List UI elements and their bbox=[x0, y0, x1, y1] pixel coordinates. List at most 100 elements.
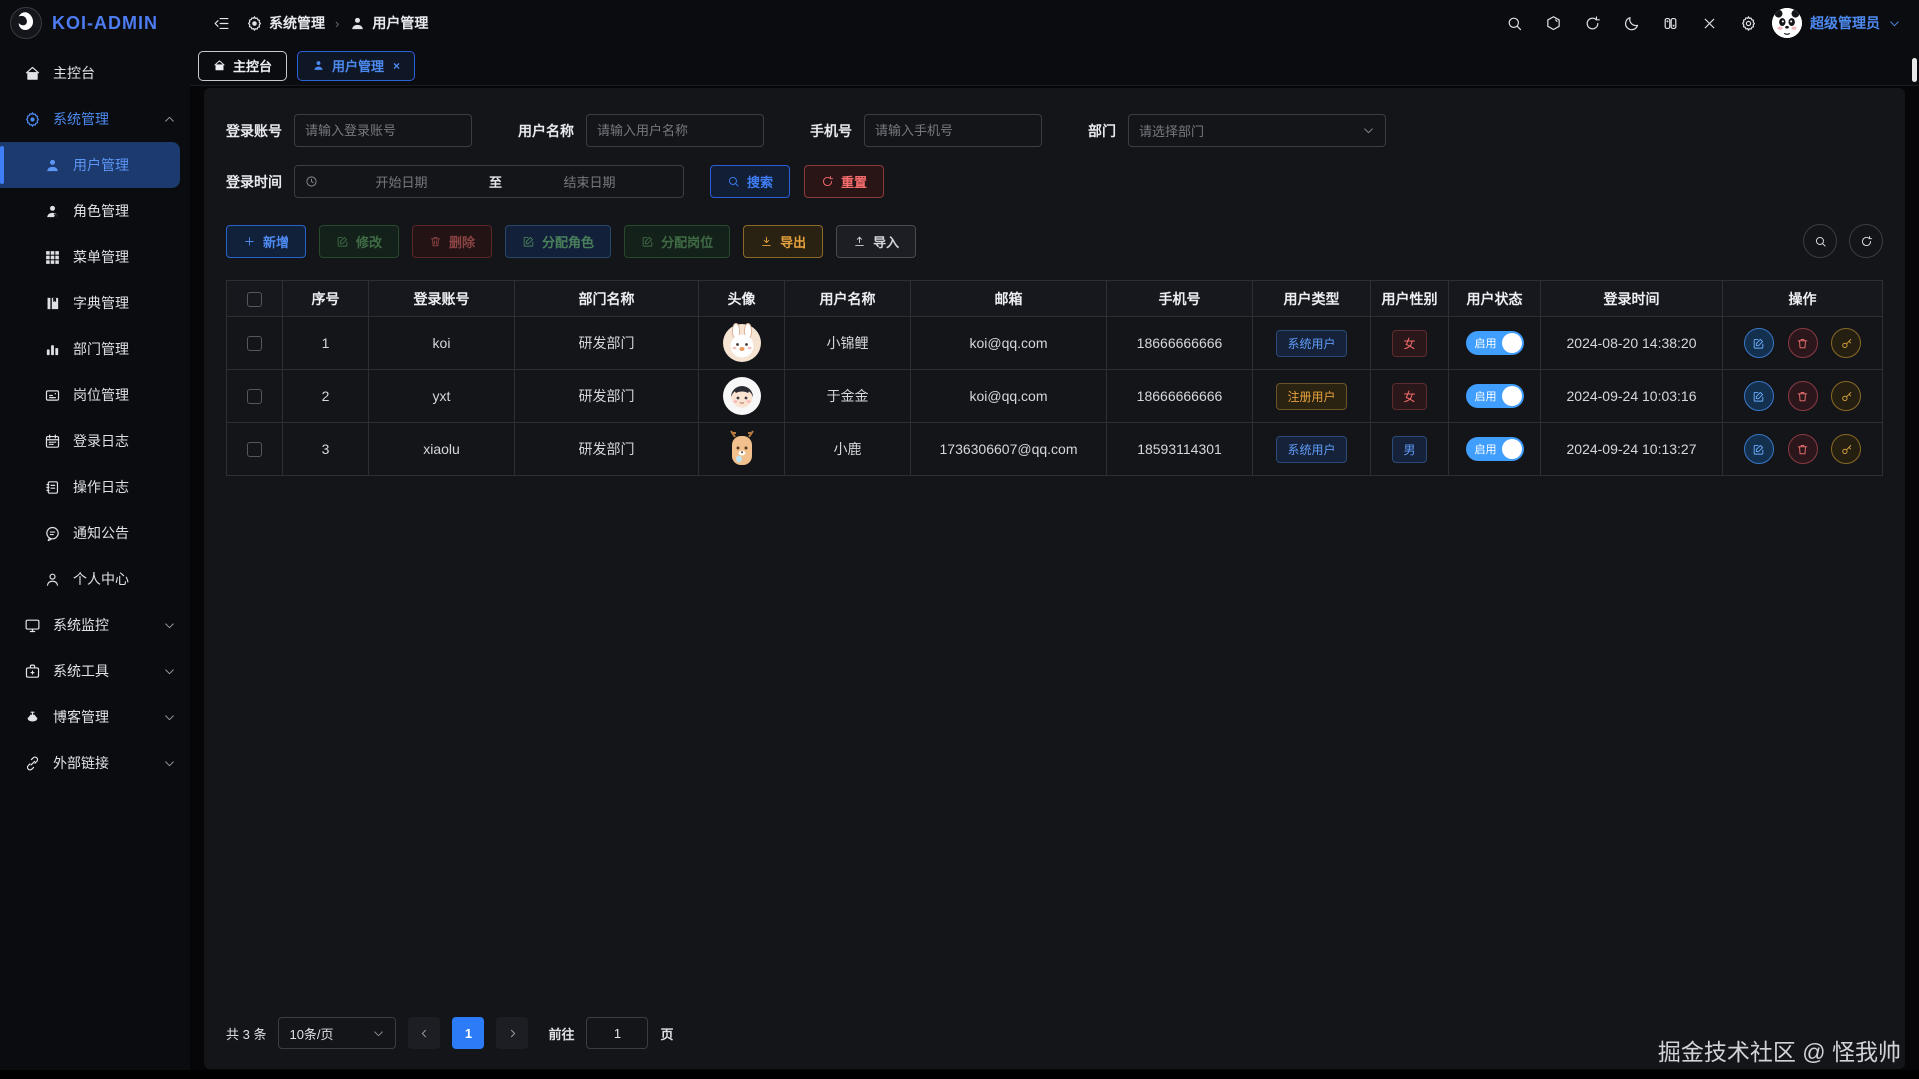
col-email: 邮箱 bbox=[911, 281, 1107, 317]
breadcrumb-group[interactable]: 系统管理 bbox=[246, 13, 325, 33]
sidebar-item-dept-management[interactable]: 部门管理 bbox=[0, 326, 190, 372]
search-button[interactable]: 搜索 bbox=[710, 165, 790, 198]
table-toolbar: 新增 修改 删除 分配角色 分配岗位 导出 bbox=[226, 224, 1883, 258]
sidebar-item-menu-management[interactable]: 菜单管理 bbox=[0, 234, 190, 280]
row-reset-password-button[interactable] bbox=[1831, 381, 1861, 411]
scrollbar-thumb[interactable] bbox=[1912, 58, 1917, 82]
row-edit-button[interactable] bbox=[1744, 328, 1774, 358]
row-delete-button[interactable] bbox=[1788, 381, 1818, 411]
row-edit-button[interactable] bbox=[1744, 381, 1774, 411]
sidebar-item-dict-management[interactable]: 字典管理 bbox=[0, 280, 190, 326]
account-input[interactable] bbox=[294, 114, 472, 147]
sidebar-group-system[interactable]: 系统管理 bbox=[0, 96, 190, 142]
user-icon bbox=[44, 157, 61, 174]
import-button[interactable]: 导入 bbox=[836, 225, 916, 258]
cell-login-time: 2024-08-20 14:38:20 bbox=[1541, 317, 1723, 370]
sidebar-item-user-management[interactable]: 用户管理 bbox=[0, 142, 180, 188]
row-edit-button[interactable] bbox=[1744, 434, 1774, 464]
settings-gear-icon[interactable] bbox=[1733, 8, 1763, 38]
refresh-icon[interactable] bbox=[1577, 8, 1607, 38]
sidebar-nav: 主控台 系统管理 用户管理 角色管理 菜单管理 字典管理 部门管理 岗位管理 登… bbox=[0, 46, 190, 1079]
delete-button[interactable]: 删除 bbox=[412, 225, 492, 258]
prev-page-button[interactable] bbox=[408, 1017, 440, 1049]
tab-dashboard[interactable]: 主控台 bbox=[198, 51, 287, 81]
sidebar-group-external-link[interactable]: 外部链接 bbox=[0, 740, 190, 786]
sidebar-item-login-log[interactable]: 登录日志 bbox=[0, 418, 190, 464]
split-screen-icon[interactable] bbox=[1655, 8, 1685, 38]
link-icon bbox=[24, 755, 41, 772]
cell-no: 1 bbox=[283, 317, 369, 370]
end-date-placeholder[interactable]: 结束日期 bbox=[506, 172, 673, 191]
sidebar-item-post-management[interactable]: 岗位管理 bbox=[0, 372, 190, 418]
sidebar-item-profile[interactable]: 个人中心 bbox=[0, 556, 190, 602]
sidebar-group-monitor[interactable]: 系统监控 bbox=[0, 602, 190, 648]
col-phone: 手机号 bbox=[1107, 281, 1253, 317]
cell-phone: 18593114301 bbox=[1107, 423, 1253, 476]
row-checkbox[interactable] bbox=[247, 389, 262, 404]
cell-dept: 研发部门 bbox=[515, 317, 699, 370]
cell-phone: 18666666666 bbox=[1107, 370, 1253, 423]
account-label: 登录账号 bbox=[226, 121, 282, 141]
dept-select[interactable]: 请选择部门 bbox=[1128, 114, 1386, 147]
id-card-icon bbox=[44, 387, 61, 404]
sidebar-item-role-management[interactable]: 角色管理 bbox=[0, 188, 190, 234]
table-search-toggle-button[interactable] bbox=[1803, 224, 1837, 258]
refresh-icon bbox=[821, 175, 834, 188]
start-date-placeholder[interactable]: 开始日期 bbox=[318, 172, 485, 191]
row-reset-password-button[interactable] bbox=[1831, 434, 1861, 464]
grid-icon bbox=[44, 249, 61, 266]
modify-button[interactable]: 修改 bbox=[319, 225, 399, 258]
page-size-select[interactable]: 10条/页 bbox=[278, 1017, 396, 1049]
teapot-icon bbox=[24, 709, 41, 726]
sidebar-group-tools[interactable]: 系统工具 bbox=[0, 648, 190, 694]
gear-icon bbox=[24, 111, 41, 128]
dark-mode-moon-icon[interactable] bbox=[1616, 8, 1646, 38]
add-button[interactable]: 新增 bbox=[226, 225, 306, 258]
user-menu[interactable]: 超级管理员 bbox=[1772, 8, 1901, 38]
chevron-down-icon bbox=[163, 711, 176, 724]
status-toggle[interactable]: 启用 bbox=[1466, 437, 1524, 461]
username-label: 超级管理员 bbox=[1810, 13, 1880, 33]
breadcrumb-page[interactable]: 用户管理 bbox=[349, 13, 428, 33]
tab-close-icon[interactable]: × bbox=[393, 59, 400, 73]
app-logo[interactable]: KOI-ADMIN bbox=[0, 7, 190, 39]
assign-post-button[interactable]: 分配岗位 bbox=[624, 225, 730, 258]
trash-icon bbox=[1796, 443, 1809, 456]
cell-phone: 18666666666 bbox=[1107, 317, 1253, 370]
next-page-button[interactable] bbox=[496, 1017, 528, 1049]
hexagon-edit-icon[interactable] bbox=[1538, 8, 1568, 38]
row-checkbox[interactable] bbox=[247, 442, 262, 457]
sidebar-item-operation-log[interactable]: 操作日志 bbox=[0, 464, 190, 510]
table-refresh-button[interactable] bbox=[1849, 224, 1883, 258]
phone-input[interactable] bbox=[864, 114, 1042, 147]
page-number-1[interactable]: 1 bbox=[452, 1017, 484, 1049]
user-type-badge: 系统用户 bbox=[1276, 436, 1346, 463]
search-icon[interactable] bbox=[1499, 8, 1529, 38]
username-input[interactable] bbox=[586, 114, 764, 147]
tab-user-management[interactable]: 用户管理 × bbox=[297, 51, 415, 81]
sidebar-group-blog[interactable]: 博客管理 bbox=[0, 694, 190, 740]
toolbox-icon bbox=[24, 663, 41, 680]
search-icon bbox=[1814, 235, 1827, 248]
goto-page-input[interactable] bbox=[586, 1017, 648, 1049]
monitor-icon bbox=[24, 617, 41, 634]
sidebar-item-dashboard[interactable]: 主控台 bbox=[0, 50, 190, 96]
select-all-checkbox[interactable] bbox=[247, 292, 262, 307]
close-icon[interactable] bbox=[1694, 8, 1724, 38]
row-delete-button[interactable] bbox=[1788, 434, 1818, 464]
row-checkbox[interactable] bbox=[247, 336, 262, 351]
collapse-sidebar-icon[interactable] bbox=[206, 8, 236, 38]
row-reset-password-button[interactable] bbox=[1831, 328, 1861, 358]
bar-chart-icon bbox=[44, 341, 61, 358]
reset-button[interactable]: 重置 bbox=[804, 165, 884, 198]
export-button[interactable]: 导出 bbox=[743, 225, 823, 258]
status-toggle[interactable]: 启用 bbox=[1466, 384, 1524, 408]
role-user-icon bbox=[44, 203, 61, 220]
assign-role-button[interactable]: 分配角色 bbox=[505, 225, 611, 258]
status-toggle[interactable]: 启用 bbox=[1466, 331, 1524, 355]
row-delete-button[interactable] bbox=[1788, 328, 1818, 358]
sidebar-item-notice[interactable]: 通知公告 bbox=[0, 510, 190, 556]
phone-label: 手机号 bbox=[810, 121, 852, 141]
edit-icon bbox=[1752, 390, 1765, 403]
login-time-range-picker[interactable]: 开始日期 至 结束日期 bbox=[294, 165, 684, 198]
